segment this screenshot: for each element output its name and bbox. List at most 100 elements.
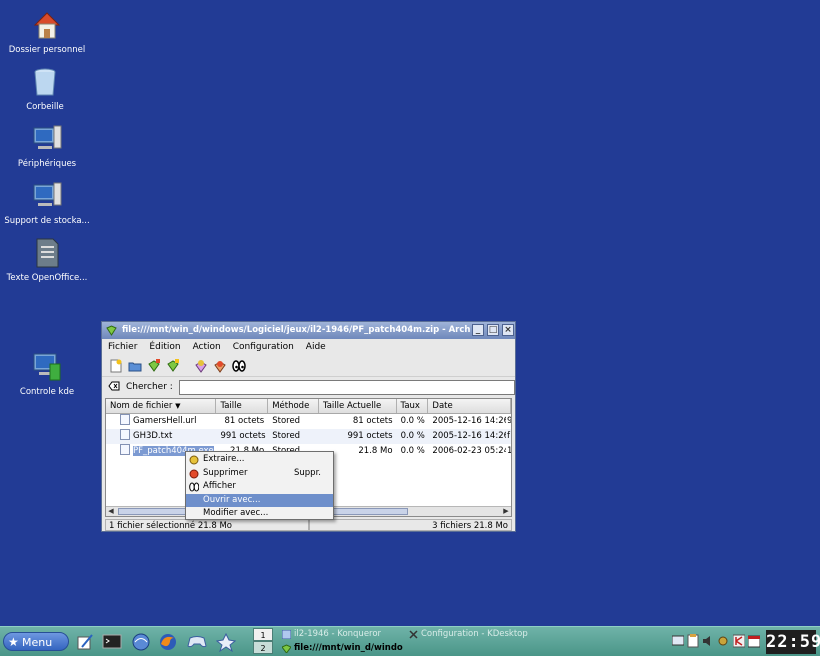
menu-item-delete[interactable]: Supprimer Suppr. [186,467,333,481]
file-size: 991 octets [220,431,266,441]
file-date: 2006-02-23 05:24 [432,446,507,456]
file-date: 2005-12-16 14:26 [432,416,507,426]
toolbar [102,355,515,377]
konqueror-icon [281,629,292,640]
window-title: file:///mnt/win_d/windows/Logiciel/jeux/… [122,325,471,335]
quicklaunch-gamepad-icon[interactable] [186,631,208,653]
open-archive-icon[interactable] [127,358,143,374]
desktop-icon-storage[interactable]: Support de stocka... [2,179,92,226]
computer-icon [30,350,64,384]
close-button[interactable]: × [502,324,514,336]
tray-settings-icon[interactable] [717,634,729,648]
star-icon: ★ [8,635,19,649]
desktop-icon-openoffice[interactable]: Texte OpenOffice... [2,236,92,283]
file-name: GamersHell.url [133,416,197,426]
url-file-icon [120,414,130,425]
status-selection: 1 fichier sélectionné 21.8 Mo [105,519,309,531]
new-archive-icon[interactable] [108,358,124,374]
tray-sound-icon[interactable] [702,634,714,648]
quicklaunch-network-icon[interactable] [215,631,237,653]
status-total: 3 fichiers 21.8 Mo [309,519,512,531]
file-size: 81 octets [224,416,265,426]
table-row[interactable]: GH3D.txt 991 octets Stored 991 octets 0.… [106,429,511,444]
scroll-right-arrow-icon[interactable]: ▶ [501,507,511,516]
maximize-button[interactable]: □ [487,324,499,336]
menu-configuration[interactable]: Configuration [233,342,294,352]
file-name: GH3D.txt [133,431,173,441]
tools-icon [409,630,418,639]
computer-icon [30,122,64,156]
delete-icon[interactable] [212,358,228,374]
list-header: Nom de fichier ▼ Taille Méthode Taille A… [106,399,511,414]
extract-icon[interactable] [193,358,209,374]
trash-icon [28,65,62,99]
statusbar: 1 fichier sélectionné 21.8 Mo 3 fichiers… [105,519,512,531]
document-icon [30,236,64,270]
file-method: Stored [272,416,301,426]
task-ark[interactable]: file:///mnt/win_d/windo [280,642,406,655]
view-icon[interactable] [231,358,247,374]
menu-item-open-with[interactable]: Ouvrir avec... [186,493,333,507]
minimize-button[interactable]: _ [472,324,484,336]
tray-network-icon[interactable] [671,634,685,648]
quicklaunch-terminal-icon[interactable] [101,631,123,653]
menu-item-view[interactable]: Afficher [186,480,333,494]
quicklaunch-firefox-icon[interactable] [157,631,179,653]
shortcut-label: Suppr. [294,467,321,478]
tray-clipboard-icon[interactable] [687,634,699,648]
desktop-icon-home[interactable]: Dossier personnel [2,8,92,55]
search-label: Chercher : [126,382,173,392]
column-header-actual-size[interactable]: Taille Actuelle [319,399,397,413]
tray-calendar-icon[interactable] [747,634,761,648]
quicklaunch-editor-icon[interactable] [74,631,96,653]
file-date: 2005-12-16 14:26 [432,431,507,441]
k-menu-button[interactable]: ★ Menu [3,632,69,651]
menu-action[interactable]: Action [193,342,221,352]
taskbar: ★ Menu 1 2 il2-1946 - Konqueror Configur… [0,626,820,656]
pager-desktop-2[interactable]: 2 [253,641,273,654]
desktop-icon-trash[interactable]: Corbeille [0,65,90,112]
file-rate: 0.0 % [400,446,425,456]
desktop-pager: 1 2 [253,628,273,656]
file-rate: 0.0 % [400,416,425,426]
menu-fichier[interactable]: Fichier [108,342,137,352]
delete-icon [189,469,199,479]
file-extra: 1 [506,444,511,459]
ark-icon [281,644,292,654]
context-menu: Extraire... Supprimer Suppr. Afficher Ou… [185,451,334,520]
add-folder-icon[interactable] [165,358,181,374]
clock[interactable]: 22:59 [766,630,820,654]
column-header-name[interactable]: Nom de fichier ▼ [106,399,217,413]
sort-desc-icon: ▼ [175,402,181,410]
clear-search-icon[interactable] [108,381,120,394]
desktop-icon-devices[interactable]: Périphériques [2,122,92,169]
task-kdesktop-config[interactable]: Configuration - KDesktop [407,628,547,641]
column-header-size[interactable]: Taille [216,399,269,413]
column-header-date[interactable]: Date [428,399,511,413]
add-file-icon[interactable] [146,358,162,374]
tray-kde-icon[interactable] [732,634,746,648]
menu-item-edit-with[interactable]: Modifier avec... [186,507,333,521]
computer-icon [30,179,64,213]
table-row[interactable]: GamersHell.url 81 octets Stored 81 octet… [106,414,511,429]
menu-aide[interactable]: Aide [306,342,326,352]
exe-file-icon [120,444,130,455]
menu-edition[interactable]: Édition [149,342,180,352]
desktop-icon-kde-control[interactable]: Controle kde [2,350,92,397]
file-actual-size: 991 octets [347,431,393,441]
task-konqueror[interactable]: il2-1946 - Konqueror [280,628,402,641]
column-header-rate[interactable]: Taux [397,399,429,413]
file-actual-size: 81 octets [352,416,393,426]
search-input[interactable] [178,379,515,395]
menu-item-extract[interactable]: Extraire... [186,453,333,467]
pager-desktop-1[interactable]: 1 [253,628,273,641]
file-rate: 0.0 % [400,431,425,441]
ark-icon [106,325,117,336]
scroll-left-arrow-icon[interactable]: ◀ [106,507,116,516]
column-header-method[interactable]: Méthode [268,399,319,413]
quicklaunch-konqueror-icon[interactable] [130,631,152,653]
file-method: Stored [272,431,301,441]
extract-icon [189,455,199,465]
home-folder-icon [30,8,64,42]
window-titlebar[interactable]: file:///mnt/win_d/windows/Logiciel/jeux/… [102,322,515,339]
